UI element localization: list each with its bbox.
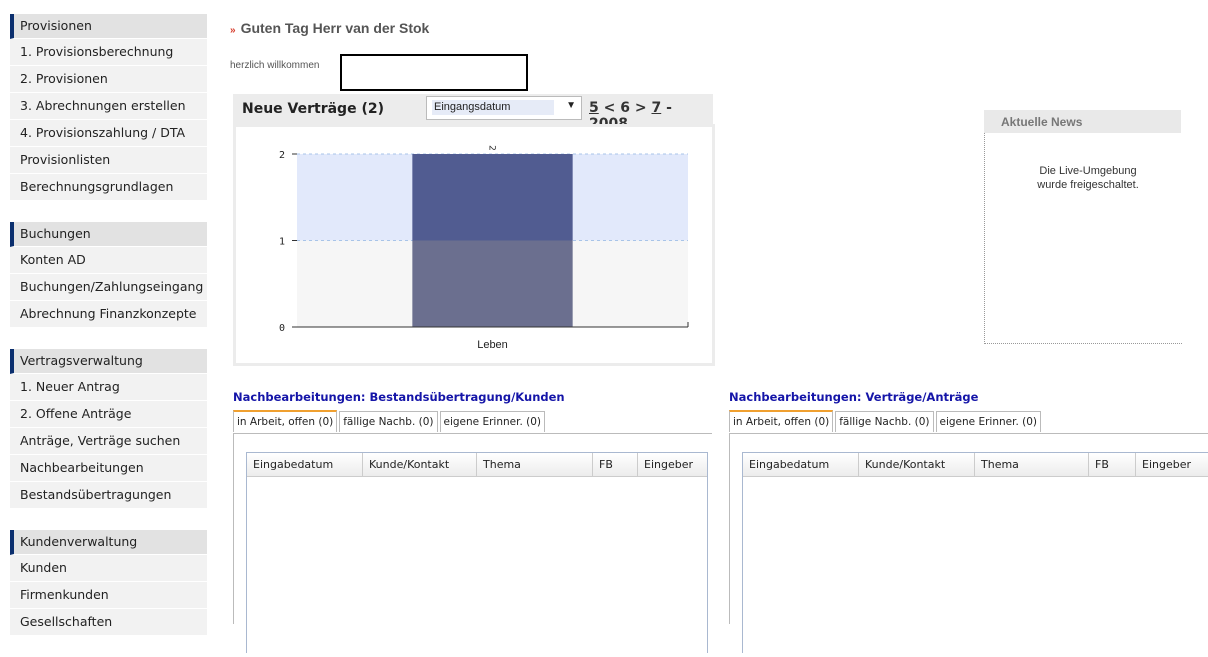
chart-svg: 2 Leben 0 1 2 [279,145,689,351]
nav-item-antraege-suchen[interactable]: Anträge, Verträge suchen [10,428,207,455]
nav-item-provisionsberechnung[interactable]: 1. Provisionsberechnung [10,39,207,66]
redacted-name-box [340,54,528,91]
nav-item-firmenkunden[interactable]: Firmenkunden [10,582,207,609]
nav-item-buchungen-zahlungseingang[interactable]: Buchungen/Zahlungseingang [10,274,207,301]
nav-item-neuer-antrag[interactable]: 1. Neuer Antrag [10,374,207,401]
column-fb[interactable]: FB [1088,453,1129,476]
nav-item-abrechnungen-erstellen[interactable]: 3. Abrechnungen erstellen [10,93,207,120]
followups-vertraege-box: Eingabedatum Kunde/Kontakt Thema FB Eing… [729,433,1208,653]
followups-vertraege-title: Nachbearbeitungen: Verträge/Anträge [729,390,979,404]
sort-select[interactable]: Eingangsdatum ▼ [426,96,582,120]
chart-y-tick-label: 2 [279,150,285,161]
contracts-panel-header: Neue Verträge (2) Eingangsdatum ▼ 5 < 6 … [233,94,713,132]
nav-header-buchungen[interactable]: Buchungen [10,222,207,247]
greeting-text: Guten Tag Herr van der Stok [240,20,430,36]
nav-prev-month-link[interactable]: 5 [589,100,599,116]
bullet-icon: » [230,25,236,36]
column-thema[interactable]: Thema [476,453,589,476]
contracts-title: Neue Verträge (2) [242,101,384,117]
followups-vertraege-panel: Nachbearbeitungen: Verträge/Anträge in A… [729,390,1208,653]
followups-vertraege-tabs: in Arbeit, offen (0) fällige Nachb. (0) ei… [729,410,1043,432]
news-title: Aktuelle News [1001,115,1083,129]
nav-header-kundenverwaltung[interactable]: Kundenverwaltung [10,530,207,555]
nav-item-nachbearbeitungen[interactable]: Nachbearbeitungen [10,455,207,482]
sidebar-nav: Provisionen 1. Provisionsberechnung 2. P… [10,14,207,657]
chart-y-tick-label: 1 [279,237,285,248]
nav-item-konten-ad[interactable]: Konten AD [10,247,207,274]
news-line-1: Die Live-Umgebung [1039,165,1137,177]
nav-item-provisionen[interactable]: 2. Provisionen [10,66,207,93]
tab-faellige-nachb[interactable]: fällige Nachb. (0) [339,411,438,432]
tab-eigene-erinner[interactable]: eigene Erinner. (0) [439,411,546,432]
column-eingabedatum[interactable]: Eingabedatum [743,453,857,476]
nav-header-provisionen[interactable]: Provisionen [10,14,207,39]
news-body: Die Live-Umgebung wurde freigeschaltet. [984,133,1182,344]
nav-group-kundenverwaltung: Kundenverwaltung Kunden Firmenkunden Ges… [10,530,207,636]
tab-eigene-erinner[interactable]: eigene Erinner. (0) [935,411,1042,432]
tab-in-arbeit-offen[interactable]: in Arbeit, offen (0) [729,410,834,432]
welcome-text: herzlich willkommen [230,60,320,71]
nav-current-month: 6 [620,100,630,116]
column-eingeber[interactable]: Eingeber [637,453,707,476]
column-eingabedatum[interactable]: Eingabedatum [247,453,361,476]
grid-header-row: Eingabedatum Kunde/Kontakt Thema FB Eing… [247,453,707,477]
nav-next-month-link[interactable]: 7 [651,100,661,116]
nav-item-provisionszahlung[interactable]: 4. Provisionszahlung / DTA [10,120,207,147]
nav-lt: < [603,100,616,116]
page-title: » Guten Tag Herr van der Stok [230,20,429,36]
chart-bar [412,154,573,241]
column-kunde-kontakt[interactable]: Kunde/Kontakt [858,453,971,476]
news-message: Die Live-Umgebung wurde freigeschaltet. [985,164,1191,192]
news-line-2: wurde freigeschaltet. [1037,179,1139,191]
followups-bestand-box: Eingabedatum Kunde/Kontakt Thema FB Eing… [233,433,712,653]
nav-item-berechnungsgrundlagen[interactable]: Berechnungsgrundlagen [10,174,207,201]
column-eingeber[interactable]: Eingeber [1135,453,1208,476]
column-kunde-kontakt[interactable]: Kunde/Kontakt [362,453,475,476]
nav-item-bestandsuebertragungen[interactable]: Bestandsübertragungen [10,482,207,509]
nav-item-kunden[interactable]: Kunden [10,555,207,582]
column-fb[interactable]: FB [592,453,633,476]
nav-group-buchungen: Buchungen Konten AD Buchungen/Zahlungsei… [10,222,207,328]
tab-faellige-nachb[interactable]: fällige Nachb. (0) [835,411,934,432]
nav-separator: - [666,100,672,116]
chart-y-tick-label: 0 [279,323,285,334]
nav-group-vertragsverwaltung: Vertragsverwaltung 1. Neuer Antrag 2. Of… [10,349,207,509]
sort-select-value: Eingangsdatum [432,100,554,115]
nav-item-abrechnung-finanzkonzepte[interactable]: Abrechnung Finanzkonzepte [10,301,207,328]
followups-bestand-panel: Nachbearbeitungen: Bestandsübertragung/K… [233,390,712,653]
chart-bar-lower [412,240,573,327]
followups-bestand-title: Nachbearbeitungen: Bestandsübertragung/K… [233,390,565,404]
tab-in-arbeit-offen[interactable]: in Arbeit, offen (0) [233,410,338,432]
chart-data-label: 2 [487,145,497,151]
followups-bestand-tabs: in Arbeit, offen (0) fällige Nachb. (0) ei… [233,410,547,432]
nav-header-vertragsverwaltung[interactable]: Vertragsverwaltung [10,349,207,374]
chevron-down-icon[interactable]: ▼ [566,100,576,111]
nav-item-provisionlisten[interactable]: Provisionlisten [10,147,207,174]
nav-item-offene-antraege[interactable]: 2. Offene Anträge [10,401,207,428]
chart-category-label: Leben [477,339,508,351]
news-header: Aktuelle News [984,110,1181,133]
contracts-chart: 2 Leben 0 1 2 [233,124,715,366]
nav-group-provisionen: Provisionen 1. Provisionsberechnung 2. P… [10,14,207,201]
nav-gt: > [634,100,647,116]
grid-header-row: Eingabedatum Kunde/Kontakt Thema FB Eing… [743,453,1208,477]
column-thema[interactable]: Thema [974,453,1087,476]
